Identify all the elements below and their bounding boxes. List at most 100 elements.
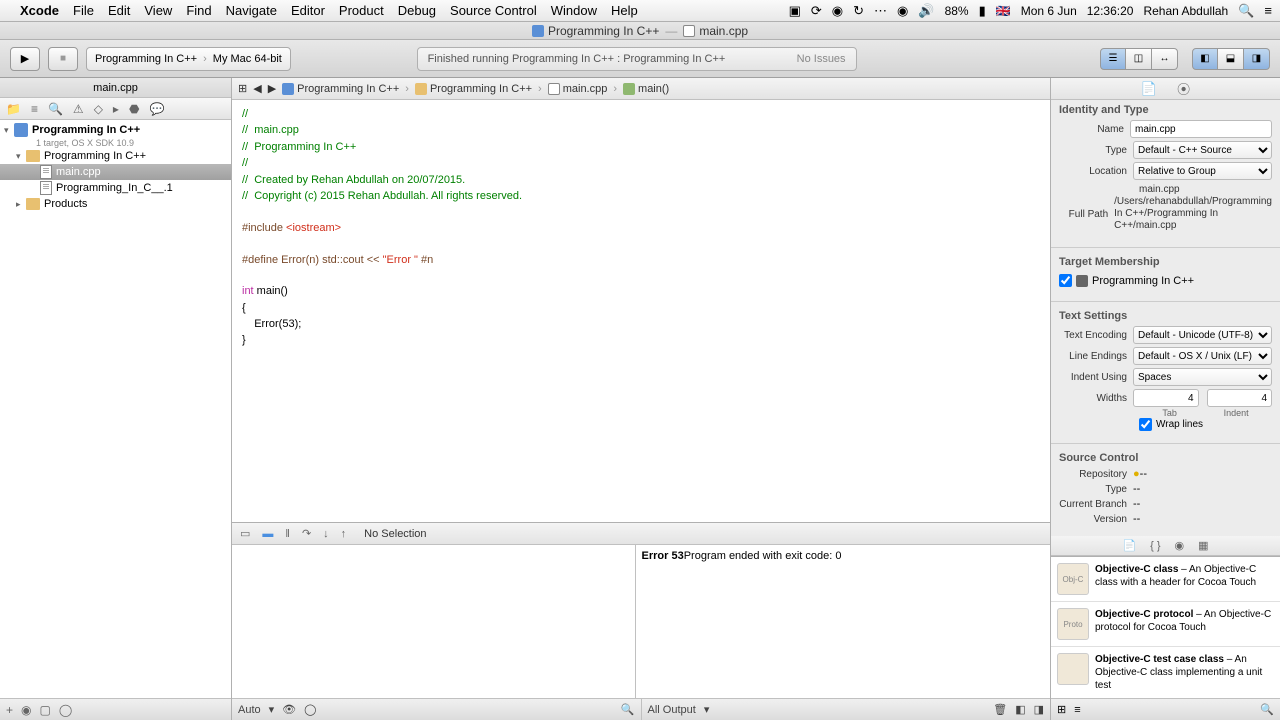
back-button[interactable]: ◀ — [253, 82, 261, 95]
forward-button[interactable]: ▶ — [268, 82, 276, 95]
assistant-editor-button[interactable]: ◫ — [1126, 48, 1152, 70]
continue-icon[interactable]: ▬ — [262, 528, 273, 540]
filter-icon[interactable]: ◯ — [59, 703, 72, 717]
menu-product[interactable]: Product — [339, 3, 384, 18]
accessibility-icon[interactable]: ◉ — [832, 3, 843, 19]
step-over-icon[interactable]: ↷ — [302, 527, 311, 540]
indent-select[interactable]: Spaces — [1133, 368, 1272, 386]
tab-width-field[interactable] — [1133, 389, 1199, 407]
name-field[interactable] — [1130, 120, 1272, 138]
filter-recent-icon[interactable]: ◉ — [21, 703, 31, 717]
disclosure-icon[interactable]: ▸ — [16, 199, 26, 210]
clear-console-icon[interactable]: 🗑 — [993, 703, 1007, 716]
screen-share-icon[interactable]: ▣ — [789, 3, 801, 19]
lib-item[interactable]: Objective-C test case class – An Objecti… — [1051, 647, 1280, 698]
quick-help-tab[interactable]: ⦿ — [1177, 79, 1190, 98]
console-view[interactable]: Error 53Program ended with exit code: 0 — [636, 545, 1051, 698]
disclosure-icon[interactable]: ▾ — [16, 151, 26, 162]
target-checkbox[interactable] — [1059, 274, 1072, 287]
menubar-user[interactable]: Rehan Abdullah — [1143, 4, 1228, 18]
issue-navigator-tab[interactable]: ⚠ — [73, 102, 84, 116]
toggle-navigator-button[interactable]: ◧ — [1192, 48, 1218, 70]
bluetooth-icon[interactable]: ⋯ — [874, 3, 887, 19]
endings-select[interactable]: Default - OS X / Unix (LF) — [1133, 347, 1272, 365]
type-select[interactable]: Default - C++ Source — [1133, 141, 1272, 159]
file-template-tab[interactable]: 📄 — [1122, 539, 1136, 552]
find-navigator-tab[interactable]: 🔍 — [48, 102, 63, 116]
open-file-tab[interactable]: main.cpp — [0, 78, 231, 98]
filter-icon[interactable]: 🔍 — [621, 703, 635, 716]
menubar-time[interactable]: 12:36:20 — [1087, 4, 1134, 18]
symbol-navigator-tab[interactable]: ≡ — [31, 102, 38, 116]
jump-group[interactable]: Programming In C++ — [415, 83, 532, 95]
list-view-icon[interactable]: ≡ — [1074, 704, 1080, 716]
menu-source-control[interactable]: Source Control — [450, 3, 537, 18]
menu-edit[interactable]: Edit — [108, 3, 130, 18]
menubar-date[interactable]: Mon 6 Jun — [1021, 4, 1077, 18]
jump-file[interactable]: main.cpp — [548, 83, 608, 95]
app-name[interactable]: Xcode — [20, 3, 59, 18]
wrap-checkbox[interactable] — [1139, 418, 1152, 431]
volume-icon[interactable]: 🔊 — [918, 3, 934, 19]
output-selector[interactable]: All Output — [648, 704, 696, 716]
notifications-icon[interactable]: ≡ — [1264, 3, 1272, 18]
toggle-console-icon[interactable]: ◨ — [1034, 703, 1044, 716]
step-into-icon[interactable]: ↓ — [323, 528, 329, 540]
toggle-utilities-button[interactable]: ◨ — [1244, 48, 1270, 70]
file-row-selected[interactable]: main.cpp — [0, 164, 231, 180]
debug-navigator-tab[interactable]: ▸ — [113, 102, 119, 116]
code-snippet-tab[interactable]: { } — [1150, 540, 1160, 552]
object-library-tab[interactable]: ◉ — [1175, 539, 1185, 552]
project-row[interactable]: ▾ Programming In C++ — [0, 122, 231, 138]
toggle-breakpoints-icon[interactable]: ▭ — [240, 527, 250, 540]
input-flag[interactable]: 🇬🇧 — [996, 4, 1011, 18]
jump-symbol[interactable]: main() — [623, 83, 669, 95]
toggle-vars-icon[interactable]: ◧ — [1015, 703, 1025, 716]
sync-icon[interactable]: ⟳ — [811, 3, 822, 19]
version-editor-button[interactable]: ↔ — [1152, 48, 1178, 70]
related-items-icon[interactable]: ⊞ — [238, 82, 247, 95]
quicklook-icon[interactable]: 👁 — [282, 703, 296, 716]
encoding-select[interactable]: Default - Unicode (UTF-8) — [1133, 326, 1272, 344]
menu-navigate[interactable]: Navigate — [226, 3, 277, 18]
disclosure-icon[interactable]: ▾ — [4, 125, 14, 136]
run-button[interactable]: ▶ — [10, 47, 40, 71]
menu-help[interactable]: Help — [611, 3, 638, 18]
file-row[interactable]: Programming_In_C__.1 — [0, 180, 231, 196]
spotlight-icon[interactable]: 🔍 — [1238, 3, 1254, 19]
menu-editor[interactable]: Editor — [291, 3, 325, 18]
breakpoint-navigator-tab[interactable]: ⬣ — [129, 102, 139, 116]
source-editor[interactable]: // // main.cpp // Programming In C++ // … — [232, 100, 1050, 522]
wifi-icon[interactable]: ◉ — [897, 3, 908, 19]
jump-project[interactable]: Programming In C++ — [282, 83, 399, 95]
products-row[interactable]: ▸ Products — [0, 196, 231, 212]
file-inspector-tab[interactable]: 📄 — [1141, 81, 1157, 97]
stop-button[interactable]: ■ — [48, 47, 78, 71]
time-machine-icon[interactable]: ↻ — [853, 3, 864, 19]
lib-item[interactable]: Proto Objective-C protocol – An Objectiv… — [1051, 602, 1280, 647]
battery-icon[interactable]: ▮ — [979, 3, 986, 19]
add-button[interactable]: + — [6, 703, 13, 717]
menu-view[interactable]: View — [144, 3, 172, 18]
scheme-selector[interactable]: Programming In C++ › My Mac 64-bit — [86, 47, 291, 71]
variables-view[interactable] — [232, 545, 636, 698]
location-select[interactable]: Relative to Group — [1133, 162, 1272, 180]
grid-view-icon[interactable]: ⊞ — [1057, 703, 1066, 716]
filter-scm-icon[interactable]: ▢ — [40, 703, 51, 717]
test-navigator-tab[interactable]: ◇ — [94, 102, 103, 116]
filter-icon[interactable]: 🔍 — [1260, 703, 1274, 716]
menu-file[interactable]: File — [73, 3, 94, 18]
group-row[interactable]: ▾ Programming In C++ — [0, 148, 231, 164]
menu-find[interactable]: Find — [186, 3, 211, 18]
toggle-debug-button[interactable]: ⬓ — [1218, 48, 1244, 70]
pause-icon[interactable]: ‖ — [285, 528, 290, 540]
standard-editor-button[interactable]: ☰ — [1100, 48, 1126, 70]
battery-pct[interactable]: 88% — [945, 4, 969, 18]
print-icon[interactable]: ◯ — [304, 703, 316, 716]
project-navigator-tab[interactable]: 📁 — [6, 102, 21, 116]
step-out-icon[interactable]: ↑ — [341, 528, 347, 540]
auto-selector[interactable]: Auto — [238, 704, 261, 716]
menu-debug[interactable]: Debug — [398, 3, 436, 18]
menu-window[interactable]: Window — [551, 3, 597, 18]
indent-width-field[interactable] — [1207, 389, 1273, 407]
